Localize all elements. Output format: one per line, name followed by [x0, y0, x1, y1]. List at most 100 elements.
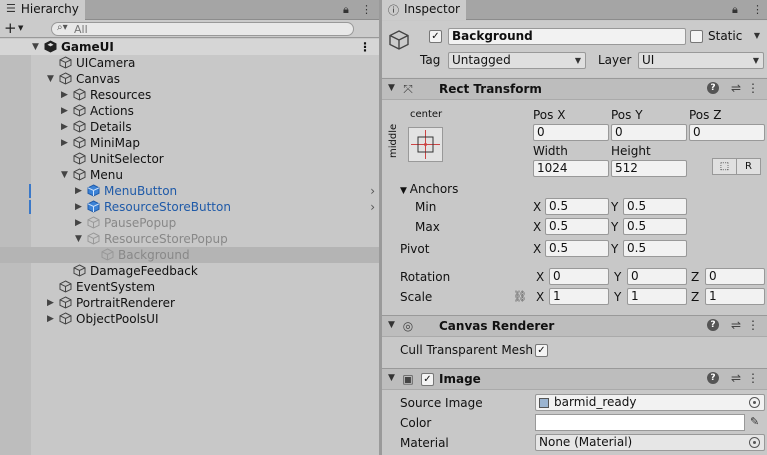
- layer-dropdown[interactable]: UI ▼: [638, 52, 764, 69]
- fold-down-icon[interactable]: ▼: [47, 71, 57, 87]
- tree-item-menu[interactable]: ▼ Menu: [0, 167, 379, 183]
- scene-more-icon[interactable]: ⋮: [359, 39, 371, 55]
- rect-transform-header[interactable]: ▼ ⤧ Rect Transform ? ⇌ ⋮: [382, 78, 767, 100]
- anchor-presets-button[interactable]: [408, 127, 443, 162]
- fold-down-icon[interactable]: ▼: [75, 231, 85, 247]
- fold-down-icon[interactable]: ▼: [388, 83, 395, 93]
- presets-icon[interactable]: ⇌: [731, 318, 741, 332]
- help-icon[interactable]: ?: [707, 372, 719, 384]
- raw-edit-button[interactable]: R: [736, 158, 761, 175]
- chevron-down-icon[interactable]: ▼: [18, 24, 23, 32]
- tree-item-background[interactable]: Background: [0, 247, 379, 263]
- pos-x-label: Pos X: [533, 108, 566, 122]
- tree-item-unitselector[interactable]: UnitSelector: [0, 151, 379, 167]
- tree-item-portraitrenderer[interactable]: ▶ PortraitRenderer: [0, 295, 379, 311]
- blueprint-mode-button[interactable]: ⬚: [712, 158, 737, 175]
- max-x-field[interactable]: 0.5: [545, 218, 609, 235]
- presets-icon[interactable]: ⇌: [731, 371, 741, 385]
- object-name-field[interactable]: Background: [448, 28, 686, 45]
- search-input[interactable]: [74, 23, 334, 35]
- material-field[interactable]: None (Material): [535, 434, 765, 451]
- pos-z-field[interactable]: 0: [689, 124, 765, 141]
- image-header[interactable]: ▼ ▣ ✓ Image ? ⇌ ⋮: [382, 368, 767, 390]
- rot-y-field[interactable]: 0: [627, 268, 687, 285]
- fold-right-icon[interactable]: ▶: [47, 295, 57, 311]
- object-picker-icon[interactable]: [749, 397, 760, 408]
- inspector-tab[interactable]: ⓘ Inspector: [382, 0, 466, 20]
- fold-right-icon[interactable]: ▶: [61, 103, 71, 119]
- help-icon[interactable]: ?: [707, 319, 719, 331]
- source-image-field[interactable]: barmid_ready: [535, 394, 765, 411]
- tree-item-resources[interactable]: ▶ Resources: [0, 87, 379, 103]
- width-field[interactable]: 1024: [533, 160, 609, 177]
- fold-down-icon[interactable]: ▼: [388, 373, 395, 383]
- tree-item-menubutton[interactable]: ▶ MenuButton ›: [0, 183, 379, 199]
- tree-item-actions[interactable]: ▶ Actions: [0, 103, 379, 119]
- hierarchy-search[interactable]: ⌕▾: [51, 22, 354, 36]
- tree-item-label: Details: [90, 120, 132, 134]
- tree-item-minimap[interactable]: ▶ MiniMap: [0, 135, 379, 151]
- presets-icon[interactable]: ⇌: [731, 81, 741, 95]
- canvas-renderer-header[interactable]: ▼ ◎ Canvas Renderer ? ⇌ ⋮: [382, 315, 767, 337]
- fold-right-icon[interactable]: ▶: [47, 311, 57, 327]
- fold-down-icon[interactable]: ▼: [32, 39, 42, 55]
- min-y-field[interactable]: 0.5: [623, 198, 687, 215]
- active-checkbox[interactable]: ✓: [429, 30, 442, 43]
- scale-x-field[interactable]: 1: [549, 288, 609, 305]
- tree-item-objectpoolsui[interactable]: ▶ ObjectPoolsUI: [0, 311, 379, 327]
- help-icon[interactable]: ?: [707, 82, 719, 94]
- tree-item-pausepopup[interactable]: ▶ PausePopup: [0, 215, 379, 231]
- color-swatch[interactable]: [535, 414, 745, 431]
- pivot-x-field[interactable]: 0.5: [545, 240, 609, 257]
- tree-item-resourcestorepopup[interactable]: ▼ ResourceStorePopup: [0, 231, 379, 247]
- static-dropdown[interactable]: ▼: [748, 28, 762, 45]
- tag-dropdown[interactable]: Untagged ▼: [448, 52, 586, 69]
- tree-item-uicamera[interactable]: UICamera: [0, 55, 379, 71]
- open-prefab-icon[interactable]: ›: [370, 183, 375, 199]
- static-checkbox[interactable]: [690, 30, 703, 43]
- object-picker-icon[interactable]: [749, 437, 760, 448]
- pos-x-field[interactable]: 0: [533, 124, 609, 141]
- image-enabled-checkbox[interactable]: ✓: [421, 373, 434, 386]
- scale-z-field[interactable]: 1: [705, 288, 765, 305]
- fold-down-icon[interactable]: ▼: [388, 320, 395, 330]
- lock-icon[interactable]: 🔒︎: [343, 3, 349, 17]
- component-menu-icon[interactable]: ⋮: [747, 318, 759, 332]
- object-header: ✓ Background Static ▼ Tag Untagged ▼ Lay…: [382, 21, 767, 77]
- more-menu-icon[interactable]: ⋮: [752, 3, 763, 16]
- tree-item-damagefeedback[interactable]: DamageFeedback: [0, 263, 379, 279]
- pos-y-field[interactable]: 0: [611, 124, 687, 141]
- min-x-field[interactable]: 0.5: [545, 198, 609, 215]
- max-y-field[interactable]: 0.5: [623, 218, 687, 235]
- add-icon[interactable]: +: [4, 19, 17, 37]
- fold-down-icon[interactable]: ▼: [400, 186, 410, 196]
- pivot-y-field[interactable]: 0.5: [623, 240, 687, 257]
- open-prefab-icon[interactable]: ›: [370, 199, 375, 215]
- fold-right-icon[interactable]: ▶: [75, 215, 85, 231]
- more-menu-icon[interactable]: ⋮: [361, 3, 372, 16]
- component-menu-icon[interactable]: ⋮: [747, 81, 759, 95]
- tree-item-details[interactable]: ▶ Details: [0, 119, 379, 135]
- scene-row[interactable]: ▼ GameUI ⋮: [0, 39, 379, 55]
- lock-icon[interactable]: 🔒︎: [732, 3, 738, 17]
- fold-right-icon[interactable]: ▶: [61, 135, 71, 151]
- rot-z-field[interactable]: 0: [705, 268, 765, 285]
- tree-item-resourcestorebutton[interactable]: ▶ ResourceStoreButton ›: [0, 199, 379, 215]
- tree-item-label: Canvas: [76, 72, 121, 86]
- scale-y-field[interactable]: 1: [627, 288, 687, 305]
- component-menu-icon[interactable]: ⋮: [747, 371, 759, 385]
- tree-item-canvas[interactable]: ▼ Canvas: [0, 71, 379, 87]
- fold-right-icon[interactable]: ▶: [61, 119, 71, 135]
- eyedropper-icon[interactable]: ✎: [750, 415, 759, 428]
- gameobject-cube-icon: [59, 312, 72, 325]
- fold-right-icon[interactable]: ▶: [61, 87, 71, 103]
- rot-x-field[interactable]: 0: [549, 268, 609, 285]
- fold-right-icon[interactable]: ▶: [75, 183, 85, 199]
- constrain-proportions-icon[interactable]: ⛓: [513, 290, 527, 303]
- fold-down-icon[interactable]: ▼: [61, 167, 71, 183]
- fold-right-icon[interactable]: ▶: [75, 199, 85, 215]
- height-field[interactable]: 512: [611, 160, 687, 177]
- cull-transparent-checkbox[interactable]: ✓: [535, 344, 548, 357]
- tree-item-eventsystem[interactable]: EventSystem: [0, 279, 379, 295]
- hierarchy-tab[interactable]: ☰ Hierarchy: [0, 0, 85, 20]
